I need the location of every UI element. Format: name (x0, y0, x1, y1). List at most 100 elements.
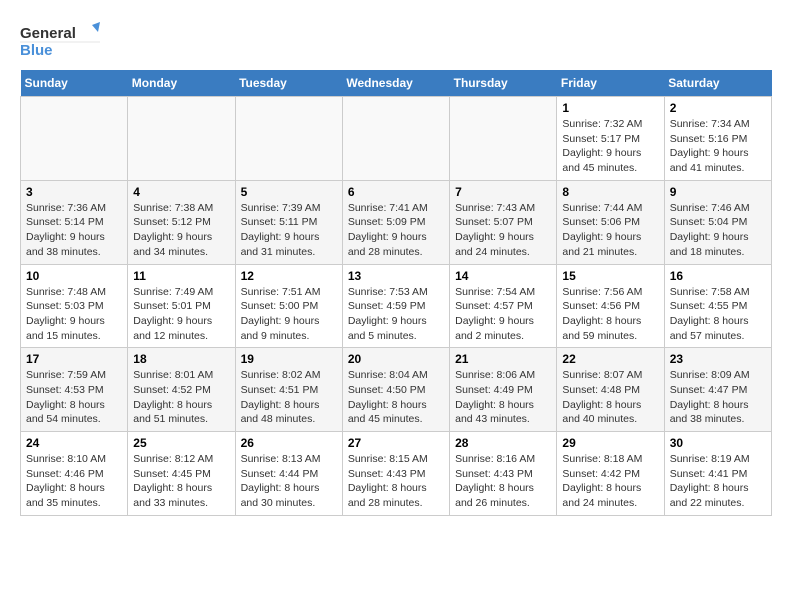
calendar-cell: 2 Sunrise: 7:34 AM Sunset: 5:16 PM Daylig… (664, 97, 771, 181)
day-number: 21 (455, 352, 551, 366)
svg-text:General: General (20, 25, 76, 42)
day-number: 5 (241, 185, 337, 199)
header: General Blue (20, 20, 772, 60)
calendar-cell: 19 Sunrise: 8:02 AM Sunset: 4:51 PM Dayli… (235, 348, 342, 432)
day-info: Sunrise: 7:32 AM Sunset: 5:17 PM Dayligh… (562, 118, 642, 174)
day-number: 3 (26, 185, 122, 199)
day-info: Sunrise: 7:36 AM Sunset: 5:14 PM Dayligh… (26, 202, 106, 258)
calendar-cell: 18 Sunrise: 8:01 AM Sunset: 4:52 PM Dayli… (128, 348, 235, 432)
day-info: Sunrise: 8:04 AM Sunset: 4:50 PM Dayligh… (348, 369, 428, 425)
day-info: Sunrise: 8:19 AM Sunset: 4:41 PM Dayligh… (670, 453, 750, 509)
calendar-cell: 21 Sunrise: 8:06 AM Sunset: 4:49 PM Dayli… (450, 348, 557, 432)
day-number: 9 (670, 185, 766, 199)
day-number: 24 (26, 436, 122, 450)
day-info: Sunrise: 7:46 AM Sunset: 5:04 PM Dayligh… (670, 202, 750, 258)
calendar-cell: 4 Sunrise: 7:38 AM Sunset: 5:12 PM Daylig… (128, 180, 235, 264)
day-number: 17 (26, 352, 122, 366)
day-header-sunday: Sunday (21, 70, 128, 97)
day-number: 18 (133, 352, 229, 366)
day-info: Sunrise: 7:53 AM Sunset: 4:59 PM Dayligh… (348, 286, 428, 342)
calendar-cell: 25 Sunrise: 8:12 AM Sunset: 4:45 PM Dayli… (128, 432, 235, 516)
calendar-cell (450, 97, 557, 181)
day-number: 29 (562, 436, 658, 450)
calendar-cell (342, 97, 449, 181)
calendar-cell: 1 Sunrise: 7:32 AM Sunset: 5:17 PM Daylig… (557, 97, 664, 181)
day-number: 26 (241, 436, 337, 450)
day-number: 19 (241, 352, 337, 366)
day-number: 8 (562, 185, 658, 199)
calendar-cell: 10 Sunrise: 7:48 AM Sunset: 5:03 PM Dayli… (21, 264, 128, 348)
day-number: 28 (455, 436, 551, 450)
calendar-cell: 26 Sunrise: 8:13 AM Sunset: 4:44 PM Dayli… (235, 432, 342, 516)
day-number: 14 (455, 269, 551, 283)
day-number: 2 (670, 101, 766, 115)
day-info: Sunrise: 7:34 AM Sunset: 5:16 PM Dayligh… (670, 118, 750, 174)
day-number: 13 (348, 269, 444, 283)
day-info: Sunrise: 8:01 AM Sunset: 4:52 PM Dayligh… (133, 369, 213, 425)
day-header-friday: Friday (557, 70, 664, 97)
day-info: Sunrise: 8:15 AM Sunset: 4:43 PM Dayligh… (348, 453, 428, 509)
calendar-cell: 16 Sunrise: 7:58 AM Sunset: 4:55 PM Dayli… (664, 264, 771, 348)
day-info: Sunrise: 7:43 AM Sunset: 5:07 PM Dayligh… (455, 202, 535, 258)
calendar-cell: 22 Sunrise: 8:07 AM Sunset: 4:48 PM Dayli… (557, 348, 664, 432)
day-number: 23 (670, 352, 766, 366)
day-info: Sunrise: 8:12 AM Sunset: 4:45 PM Dayligh… (133, 453, 213, 509)
calendar-cell: 27 Sunrise: 8:15 AM Sunset: 4:43 PM Dayli… (342, 432, 449, 516)
day-info: Sunrise: 8:06 AM Sunset: 4:49 PM Dayligh… (455, 369, 535, 425)
calendar-cell (128, 97, 235, 181)
calendar-cell: 7 Sunrise: 7:43 AM Sunset: 5:07 PM Daylig… (450, 180, 557, 264)
calendar-cell: 14 Sunrise: 7:54 AM Sunset: 4:57 PM Dayli… (450, 264, 557, 348)
calendar-cell: 17 Sunrise: 7:59 AM Sunset: 4:53 PM Dayli… (21, 348, 128, 432)
calendar-cell (21, 97, 128, 181)
logo-svg: General Blue (20, 20, 100, 60)
day-info: Sunrise: 8:16 AM Sunset: 4:43 PM Dayligh… (455, 453, 535, 509)
day-info: Sunrise: 7:59 AM Sunset: 4:53 PM Dayligh… (26, 369, 106, 425)
calendar: SundayMondayTuesdayWednesdayThursdayFrid… (20, 70, 772, 516)
calendar-cell: 8 Sunrise: 7:44 AM Sunset: 5:06 PM Daylig… (557, 180, 664, 264)
calendar-cell: 29 Sunrise: 8:18 AM Sunset: 4:42 PM Dayli… (557, 432, 664, 516)
day-header-thursday: Thursday (450, 70, 557, 97)
day-number: 16 (670, 269, 766, 283)
calendar-cell: 11 Sunrise: 7:49 AM Sunset: 5:01 PM Dayli… (128, 264, 235, 348)
calendar-cell: 15 Sunrise: 7:56 AM Sunset: 4:56 PM Dayli… (557, 264, 664, 348)
logo: General Blue (20, 20, 100, 60)
day-info: Sunrise: 7:39 AM Sunset: 5:11 PM Dayligh… (241, 202, 321, 258)
day-info: Sunrise: 7:56 AM Sunset: 4:56 PM Dayligh… (562, 286, 642, 342)
day-number: 10 (26, 269, 122, 283)
day-number: 22 (562, 352, 658, 366)
day-info: Sunrise: 7:38 AM Sunset: 5:12 PM Dayligh… (133, 202, 213, 258)
day-number: 25 (133, 436, 229, 450)
calendar-cell: 5 Sunrise: 7:39 AM Sunset: 5:11 PM Daylig… (235, 180, 342, 264)
calendar-cell: 12Sunrise: 7:51 AM Sunset: 5:00 PM Dayli… (235, 264, 342, 348)
day-number: 7 (455, 185, 551, 199)
day-number: 27 (348, 436, 444, 450)
day-number: 1 (562, 101, 658, 115)
day-info: Sunrise: 8:18 AM Sunset: 4:42 PM Dayligh… (562, 453, 642, 509)
day-info: Sunrise: 8:02 AM Sunset: 4:51 PM Dayligh… (241, 369, 321, 425)
day-info: Sunrise: 8:07 AM Sunset: 4:48 PM Dayligh… (562, 369, 642, 425)
day-number: 20 (348, 352, 444, 366)
day-number: 15 (562, 269, 658, 283)
day-info: Sunrise: 8:09 AM Sunset: 4:47 PM Dayligh… (670, 369, 750, 425)
day-info: Sunrise: 8:10 AM Sunset: 4:46 PM Dayligh… (26, 453, 106, 509)
day-info: Sunrise: 7:49 AM Sunset: 5:01 PM Dayligh… (133, 286, 213, 342)
calendar-cell: 24 Sunrise: 8:10 AM Sunset: 4:46 PM Dayli… (21, 432, 128, 516)
calendar-cell: 13 Sunrise: 7:53 AM Sunset: 4:59 PM Dayli… (342, 264, 449, 348)
day-header-tuesday: Tuesday (235, 70, 342, 97)
day-info: Sunrise: 7:58 AM Sunset: 4:55 PM Dayligh… (670, 286, 750, 342)
calendar-cell: 30 Sunrise: 8:19 AM Sunset: 4:41 PM Dayli… (664, 432, 771, 516)
day-number: 11 (133, 269, 229, 283)
calendar-cell: 23 Sunrise: 8:09 AM Sunset: 4:47 PM Dayli… (664, 348, 771, 432)
day-info: Sunrise: 7:44 AM Sunset: 5:06 PM Dayligh… (562, 202, 642, 258)
day-number: 4 (133, 185, 229, 199)
calendar-cell (235, 97, 342, 181)
day-info: Sunrise: 8:13 AM Sunset: 4:44 PM Dayligh… (241, 453, 321, 509)
calendar-cell: 28 Sunrise: 8:16 AM Sunset: 4:43 PM Dayli… (450, 432, 557, 516)
calendar-cell: 6Sunrise: 7:41 AM Sunset: 5:09 PM Daylig… (342, 180, 449, 264)
day-header-monday: Monday (128, 70, 235, 97)
calendar-cell: 3 Sunrise: 7:36 AM Sunset: 5:14 PM Daylig… (21, 180, 128, 264)
day-info: Sunrise: 7:54 AM Sunset: 4:57 PM Dayligh… (455, 286, 535, 342)
day-info: Sunrise: 7:48 AM Sunset: 5:03 PM Dayligh… (26, 286, 106, 342)
day-number: 30 (670, 436, 766, 450)
day-info: Sunrise: 7:51 AM Sunset: 5:00 PM Dayligh… (241, 286, 321, 342)
